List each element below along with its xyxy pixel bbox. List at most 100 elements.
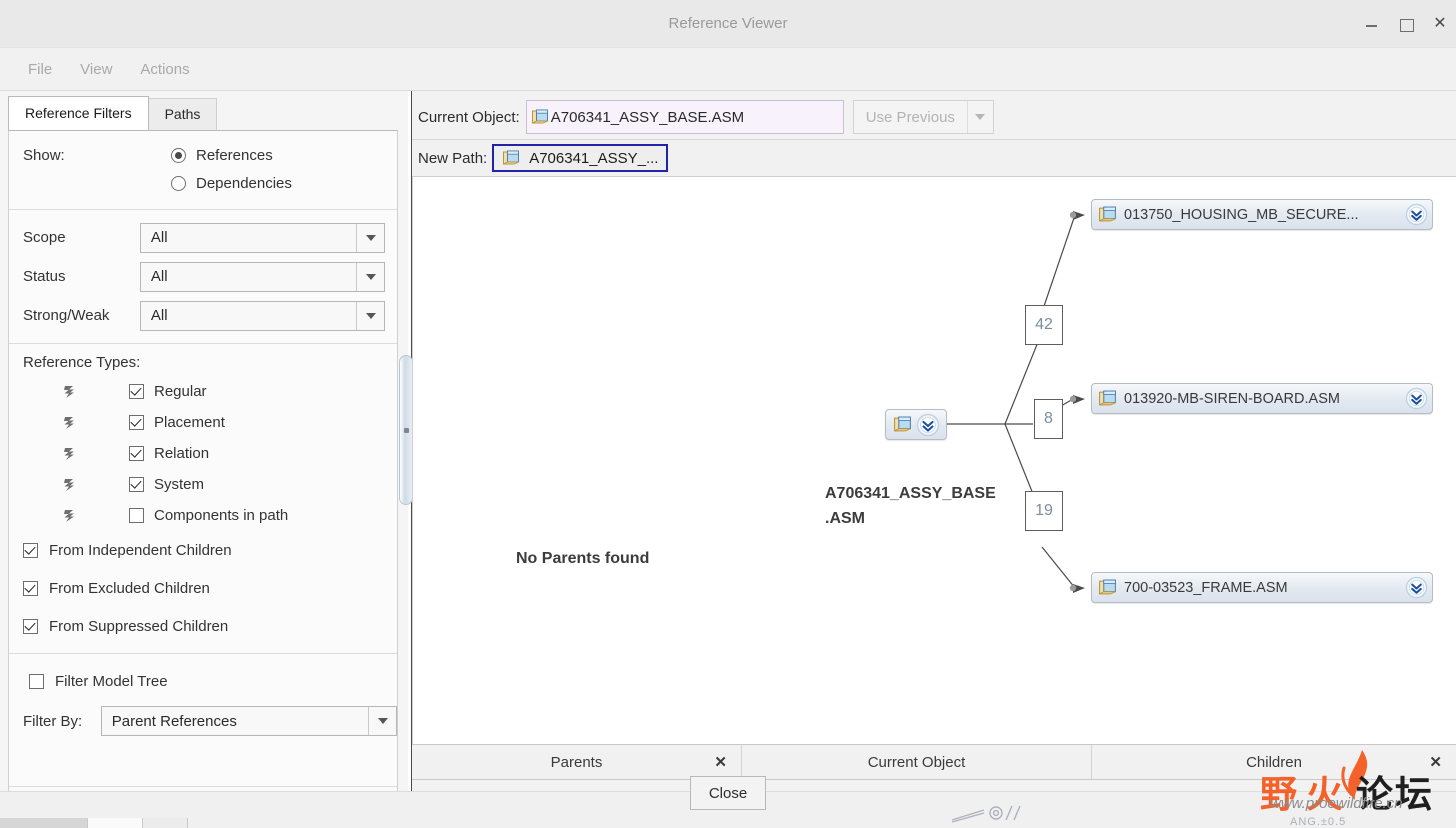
edge-count-value: 19 bbox=[1035, 502, 1053, 519]
filter-by-select[interactable]: Parent References bbox=[100, 706, 397, 736]
current-object-row: Current Object: A706341_ASSY_BASE.ASM Us… bbox=[412, 97, 994, 137]
center-node-label-line1: A706341_ASSY_BASE bbox=[825, 485, 996, 502]
reference-type-icon bbox=[61, 414, 79, 432]
menu-item-file[interactable]: File bbox=[14, 57, 66, 82]
chevron-down-icon[interactable] bbox=[356, 262, 384, 291]
checkbox-regular[interactable] bbox=[129, 384, 144, 399]
menu-item-view[interactable]: View bbox=[66, 57, 126, 82]
chevron-down-icon[interactable] bbox=[966, 101, 993, 133]
strong-weak-select[interactable]: All bbox=[139, 300, 385, 331]
strong-weak-label: Strong/Weak bbox=[23, 307, 110, 324]
tab-reference-filters[interactable]: Reference Filters bbox=[8, 96, 149, 130]
menu-item-actions[interactable]: Actions bbox=[126, 57, 203, 82]
reference-filters-pane: Show: References Dependencies Scope All bbox=[8, 130, 398, 828]
checkbox-system[interactable] bbox=[129, 477, 144, 492]
use-previous-button[interactable]: Use Previous bbox=[852, 100, 994, 134]
center-node-label-line2: .ASM bbox=[825, 510, 865, 527]
show-group: Show: References Dependencies bbox=[9, 131, 397, 210]
checkbox-placement[interactable] bbox=[129, 415, 144, 430]
no-parents-message: No Parents found bbox=[516, 550, 650, 567]
panel-splitter-handle[interactable] bbox=[399, 355, 413, 505]
graph-edges bbox=[947, 211, 1085, 593]
checkbox-relation[interactable] bbox=[129, 446, 144, 461]
radio-references[interactable] bbox=[171, 147, 186, 163]
status-cell-children[interactable]: Children ✕ bbox=[1092, 745, 1456, 779]
expand-chevrons-icon[interactable] bbox=[1405, 387, 1428, 410]
assembly-icon bbox=[1098, 205, 1118, 225]
child-node[interactable]: 013920-MB-SIREN-BOARD.ASM bbox=[1091, 383, 1433, 414]
checkbox-filter-model-tree[interactable] bbox=[29, 673, 44, 689]
assembly-icon bbox=[502, 149, 521, 168]
background-app-graphic bbox=[951, 805, 1021, 823]
edge-count-box: 8 bbox=[1034, 399, 1063, 439]
center-node-label: A706341_ASSY_BASE .ASM bbox=[825, 481, 1035, 531]
maximize-icon[interactable] bbox=[1398, 16, 1414, 32]
chevron-down-icon[interactable] bbox=[356, 223, 384, 252]
current-object-value: A706341_ASSY_BASE.ASM bbox=[550, 108, 745, 126]
assembly-icon bbox=[1098, 578, 1118, 598]
checkbox-from-excluded-children[interactable] bbox=[23, 580, 38, 596]
current-object-field[interactable]: A706341_ASSY_BASE.ASM bbox=[525, 100, 844, 134]
assembly-icon bbox=[531, 108, 550, 127]
close-icon[interactable]: ✕ bbox=[714, 753, 727, 771]
filter-by-label: Filter By: bbox=[23, 712, 83, 730]
scope-label: Scope bbox=[23, 229, 66, 246]
status-select[interactable]: All bbox=[139, 261, 385, 292]
status-cell-parents-label: Parents bbox=[550, 753, 603, 771]
scope-select[interactable]: All bbox=[139, 222, 385, 253]
reference-type-icon bbox=[61, 476, 79, 494]
checkbox-regular-label: Regular bbox=[154, 383, 207, 400]
tab-paths[interactable]: Paths bbox=[147, 98, 218, 130]
expand-chevrons-icon[interactable] bbox=[1405, 576, 1428, 599]
center-node[interactable] bbox=[885, 409, 947, 440]
scope-status-group: Scope All Status All Strong/Weak All bbox=[9, 210, 397, 344]
checkbox-components-in-path-label: Components in path bbox=[154, 507, 289, 524]
edge-count-box: 42 bbox=[1025, 305, 1063, 345]
edge-count-value: 8 bbox=[1044, 410, 1053, 427]
new-path-label: New Path: bbox=[418, 149, 488, 167]
checkbox-from-suppressed-children[interactable] bbox=[23, 618, 38, 634]
window-controls: ✕ bbox=[1364, 0, 1448, 48]
child-node[interactable]: 700-03523_FRAME.ASM bbox=[1091, 572, 1433, 603]
right-graph-panel: Current Object: A706341_ASSY_BASE.ASM Us… bbox=[412, 91, 1456, 791]
close-icon[interactable]: ✕ bbox=[1429, 753, 1442, 771]
new-path-chip[interactable]: A706341_ASSY_... bbox=[492, 144, 669, 172]
current-object-label: Current Object: bbox=[418, 108, 520, 126]
edge-count-value: 42 bbox=[1035, 316, 1053, 333]
close-icon[interactable]: ✕ bbox=[1432, 16, 1448, 32]
expand-chevrons-icon[interactable] bbox=[1405, 203, 1428, 226]
show-label: Show: bbox=[23, 146, 65, 164]
tab-strip: Reference Filters Paths bbox=[8, 96, 218, 130]
checkbox-from-suppressed-children-label: From Suppressed Children bbox=[49, 617, 229, 635]
status-label: Status bbox=[23, 268, 66, 285]
chevron-down-icon[interactable] bbox=[356, 301, 384, 330]
checkbox-components-in-path[interactable] bbox=[129, 508, 144, 523]
background-dimension-text: ANG.±0.5 bbox=[1290, 816, 1347, 828]
radio-dependencies-label: Dependencies bbox=[196, 174, 292, 192]
filter-model-tree-group: Filter Model Tree Filter By: Parent Refe… bbox=[9, 654, 397, 787]
assembly-icon bbox=[1098, 389, 1118, 409]
minimize-icon[interactable] bbox=[1364, 16, 1380, 32]
title-bar: Reference Viewer ✕ bbox=[0, 0, 1456, 48]
child-node-label: 013920-MB-SIREN-BOARD.ASM bbox=[1124, 390, 1340, 407]
chevron-down-icon[interactable] bbox=[368, 707, 396, 735]
checkbox-from-excluded-children-label: From Excluded Children bbox=[49, 579, 210, 597]
checkbox-from-independent-children-label: From Independent Children bbox=[49, 541, 232, 559]
checkbox-from-independent-children[interactable] bbox=[23, 542, 38, 558]
new-path-value: A706341_ASSY_... bbox=[529, 149, 659, 167]
close-button[interactable]: Close bbox=[690, 776, 766, 810]
use-previous-label: Use Previous bbox=[865, 108, 955, 126]
child-node[interactable]: 013750_HOUSING_MB_SECURE... bbox=[1091, 199, 1433, 230]
status-cell-current-object[interactable]: Current Object bbox=[742, 745, 1092, 779]
radio-dependencies[interactable] bbox=[171, 175, 186, 191]
reference-graph-canvas[interactable]: No Parents found A706341_ASSY_BASE .ASM bbox=[412, 177, 1456, 744]
reference-type-icon bbox=[61, 383, 79, 401]
expand-chevrons-icon[interactable] bbox=[916, 413, 940, 437]
left-filter-panel: Reference Filters Paths Show: References… bbox=[0, 91, 408, 828]
assembly-icon bbox=[893, 415, 913, 435]
radio-references-label: References bbox=[196, 146, 273, 164]
checkbox-placement-label: Placement bbox=[154, 414, 225, 431]
status-cell-parents[interactable]: Parents ✕ bbox=[412, 745, 742, 779]
status-value: All bbox=[150, 268, 168, 285]
checkbox-filter-model-tree-label: Filter Model Tree bbox=[55, 672, 168, 690]
